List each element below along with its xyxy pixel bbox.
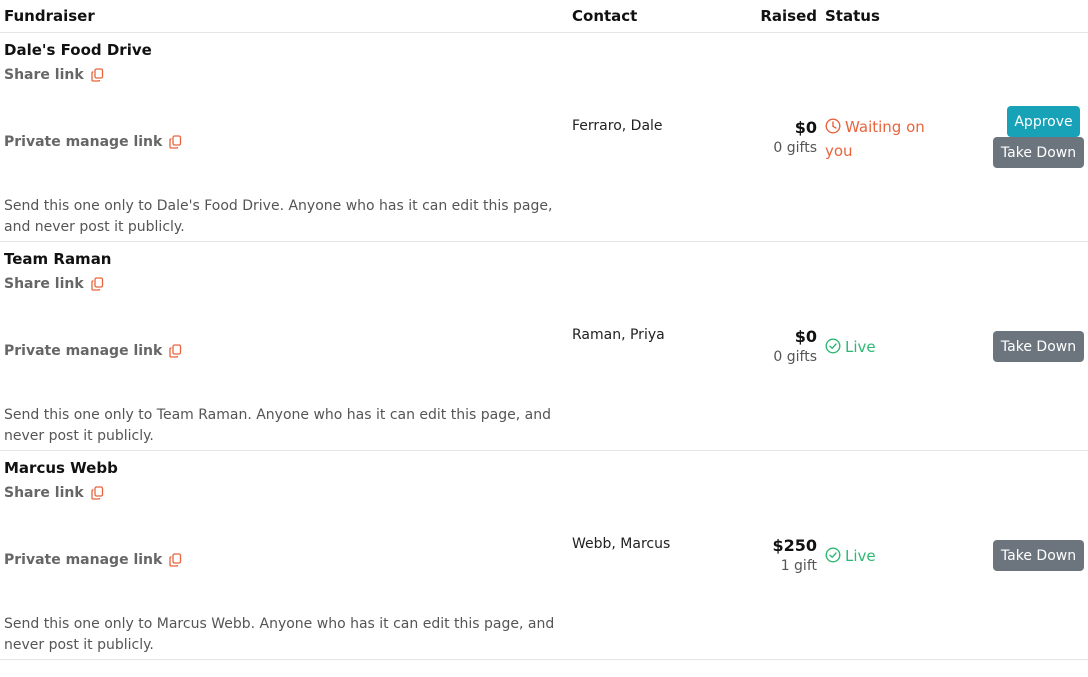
private-link-note: Send this one only to Dale's Food Drive.…: [4, 198, 553, 235]
check-circle-icon: [825, 547, 841, 563]
fundraiser-name: Marcus Webb: [4, 459, 118, 477]
share-link-label: Share link: [4, 485, 84, 501]
raised-amount: $0: [794, 327, 817, 346]
copy-icon[interactable]: [91, 486, 104, 500]
table-row: Team Raman Share link Private manage lin…: [0, 242, 1088, 451]
take-down-button[interactable]: Take Down: [993, 331, 1084, 362]
fundraisers-table: Fundraiser Contact Raised Status Dale's …: [0, 0, 1088, 660]
raised-cell: $0 0 gifts: [700, 327, 817, 367]
share-link-label: Share link: [4, 276, 84, 292]
clock-icon: [825, 118, 841, 134]
column-header-fundraiser[interactable]: Fundraiser: [4, 7, 95, 25]
raised-cell: $250 1 gift: [700, 536, 817, 576]
private-manage-link[interactable]: Private manage link: [4, 134, 182, 150]
copy-icon[interactable]: [169, 553, 182, 567]
share-link-label: Share link: [4, 67, 84, 83]
copy-icon[interactable]: [91, 277, 104, 291]
raised-amount: $0: [794, 118, 817, 137]
column-header-raised[interactable]: Raised: [700, 7, 817, 25]
share-link[interactable]: Share link: [4, 485, 104, 501]
gift-count: 0 gifts: [773, 140, 817, 156]
approve-button[interactable]: Approve: [1007, 106, 1080, 137]
take-down-button[interactable]: Take Down: [993, 540, 1084, 571]
table-header: Fundraiser Contact Raised Status: [0, 0, 1088, 33]
copy-icon[interactable]: [169, 135, 182, 149]
table-row: Dale's Food Drive Share link Private man…: [0, 33, 1088, 242]
contact-name: Raman, Priya: [572, 327, 665, 343]
private-manage-link-label: Private manage link: [4, 343, 163, 359]
gift-count: 1 gift: [780, 558, 817, 574]
fundraiser-name: Team Raman: [4, 250, 112, 268]
contact-name: Ferraro, Dale: [572, 118, 663, 134]
contact-name: Webb, Marcus: [572, 536, 671, 552]
raised-amount: $250: [772, 536, 817, 555]
copy-icon[interactable]: [169, 344, 182, 358]
status-badge: Waiting on you: [825, 115, 955, 163]
private-manage-link[interactable]: Private manage link: [4, 343, 182, 359]
copy-icon[interactable]: [91, 68, 104, 82]
status-badge: Live: [825, 544, 955, 568]
status-text: Live: [845, 547, 876, 565]
status-text: Live: [845, 338, 876, 356]
share-link[interactable]: Share link: [4, 276, 104, 292]
check-circle-icon: [825, 338, 841, 354]
private-manage-link-label: Private manage link: [4, 134, 163, 150]
gift-count: 0 gifts: [773, 349, 817, 365]
table-row: Marcus Webb Share link Private manage li…: [0, 451, 1088, 660]
private-manage-link[interactable]: Private manage link: [4, 552, 182, 568]
raised-cell: $0 0 gifts: [700, 118, 817, 158]
fundraiser-name: Dale's Food Drive: [4, 41, 152, 59]
private-link-note: Send this one only to Team Raman. Anyone…: [4, 407, 551, 444]
share-link[interactable]: Share link: [4, 67, 104, 83]
take-down-button[interactable]: Take Down: [993, 137, 1084, 168]
column-header-status[interactable]: Status: [825, 7, 880, 25]
status-badge: Live: [825, 335, 955, 359]
private-manage-link-label: Private manage link: [4, 552, 163, 568]
private-link-note: Send this one only to Marcus Webb. Anyon…: [4, 616, 555, 653]
column-header-contact[interactable]: Contact: [572, 7, 637, 25]
